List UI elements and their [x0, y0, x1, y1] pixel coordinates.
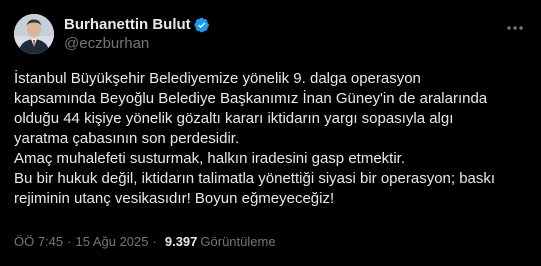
views-count[interactable]: 9.397	[165, 234, 198, 249]
avatar-image	[14, 14, 54, 54]
author-info: Burhanettin Bulut @eczburhan	[64, 15, 210, 53]
more-options-icon[interactable]	[505, 18, 525, 38]
meta-separator-2: ·	[152, 234, 157, 249]
avatar[interactable]	[14, 14, 54, 54]
tweet-header: Burhanettin Bulut @eczburhan	[14, 12, 525, 56]
verified-badge-icon[interactable]	[194, 17, 210, 33]
views-label: Görüntüleme	[200, 234, 276, 249]
meta-separator: ·	[67, 234, 72, 249]
tweet-text: İstanbul Büyükşehir Belediyemize yönelik…	[14, 70, 496, 207]
name-row: Burhanettin Bulut	[64, 15, 210, 34]
tweet-time[interactable]: ÖÖ 7:45	[14, 234, 63, 249]
author-display-name[interactable]: Burhanettin Bulut	[64, 16, 191, 33]
tweet-card: Burhanettin Bulut @eczburhan İstanbul Bü…	[0, 0, 541, 266]
tweet-date[interactable]: 15 Ağu 2025	[75, 234, 148, 249]
tweet-meta: ÖÖ 7:45 · 15 Ağu 2025 · 9.397 Görüntülem…	[14, 234, 276, 249]
author-handle[interactable]: @eczburhan	[64, 34, 210, 53]
